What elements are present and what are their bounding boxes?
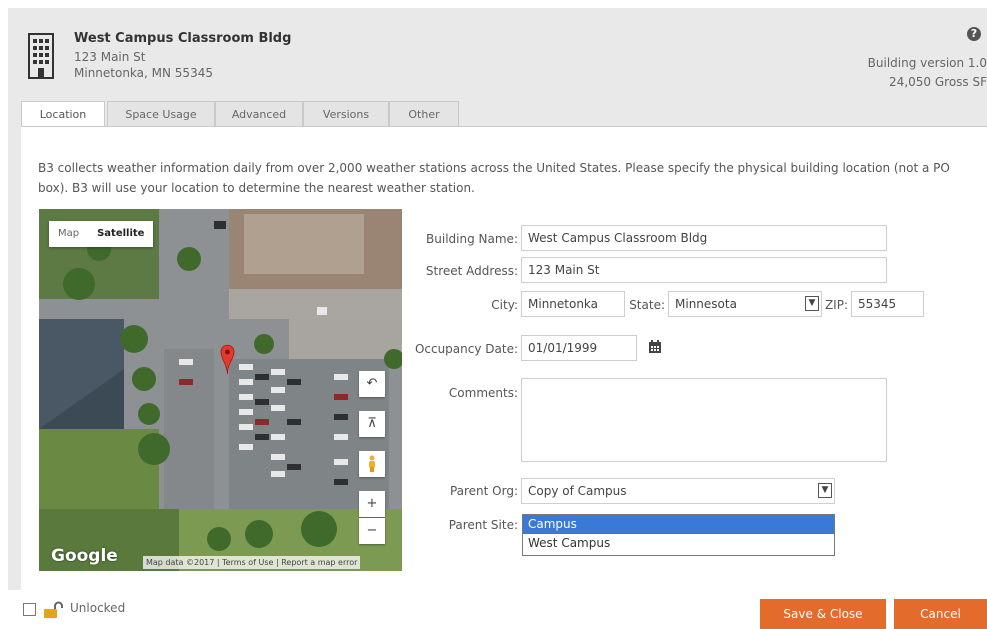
- city-input[interactable]: [521, 291, 625, 317]
- occupancy-date-label: Occupancy Date:: [414, 342, 518, 356]
- building-icon: [28, 33, 54, 79]
- street-view-pegman-icon[interactable]: [359, 451, 385, 477]
- address-line2: Minnetonka, MN 55345: [74, 66, 213, 80]
- unlocked-padlock-icon: [44, 601, 63, 618]
- tab-space-usage[interactable]: Space Usage: [107, 101, 215, 126]
- tab-location[interactable]: Location: [21, 101, 105, 128]
- zoom-in-button[interactable]: +: [359, 491, 385, 517]
- building-title: West Campus Classroom Bldg: [74, 31, 292, 46]
- parent-org-select[interactable]: Copy of Campus ▼: [521, 478, 835, 504]
- building-version: Building version 1.0: [867, 56, 987, 70]
- state-label: State:: [629, 298, 665, 312]
- save-close-button[interactable]: Save & Close: [760, 599, 886, 629]
- map-type-map[interactable]: Map: [49, 221, 88, 247]
- address-line1: 123 Main St: [74, 50, 146, 64]
- map-type-satellite[interactable]: Satellite: [88, 221, 153, 247]
- weather-description: B3 collects weather information daily fr…: [38, 161, 950, 195]
- lock-checkbox[interactable]: [23, 603, 36, 616]
- comments-label: Comments:: [448, 386, 518, 400]
- chevron-down-icon: ▼: [818, 483, 832, 498]
- tab-advanced[interactable]: Advanced: [215, 101, 303, 126]
- gross-sf: 24,050 Gross SF: [889, 75, 987, 89]
- state-value: Minnesota: [675, 297, 737, 311]
- zip-label: ZIP:: [824, 298, 848, 312]
- calendar-icon[interactable]: [648, 340, 662, 354]
- city-label: City:: [491, 298, 518, 312]
- tab-other[interactable]: Other: [389, 101, 459, 126]
- location-map[interactable]: Map Satellite ↶ ⊼ + − Google Map data ©2…: [39, 209, 402, 571]
- zoom-out-button[interactable]: −: [359, 518, 385, 544]
- cancel-button[interactable]: Cancel: [894, 599, 987, 629]
- google-logo: Google: [51, 546, 118, 566]
- occupancy-date-input[interactable]: [521, 335, 637, 361]
- parent-site-option-west-campus[interactable]: West Campus: [523, 534, 834, 553]
- unlocked-label: Unlocked: [70, 601, 126, 615]
- parent-site-option-campus[interactable]: Campus: [523, 515, 834, 534]
- zip-input[interactable]: [851, 291, 924, 317]
- help-icon[interactable]: ?: [967, 27, 981, 41]
- state-select[interactable]: Minnesota ▼: [668, 291, 822, 317]
- tilt-map-icon[interactable]: ⊼: [359, 411, 385, 437]
- parent-org-label: Parent Org:: [449, 484, 518, 498]
- rotate-map-icon[interactable]: ↶: [359, 371, 385, 397]
- street-address-label: Street Address:: [425, 264, 518, 278]
- map-attribution[interactable]: Map data ©2017 | Terms of Use | Report a…: [143, 556, 361, 569]
- building-name-label: Building Name:: [426, 232, 518, 246]
- building-address: 123 Main St Minnetonka, MN 55345: [74, 49, 213, 81]
- map-type-toggle: Map Satellite: [49, 221, 154, 247]
- parent-org-value: Copy of Campus: [528, 484, 627, 498]
- satellite-imagery: [39, 209, 402, 571]
- chevron-down-icon: ▼: [805, 296, 819, 311]
- tab-versions[interactable]: Versions: [303, 101, 389, 126]
- parent-site-label: Parent Site:: [448, 518, 518, 532]
- street-address-input[interactable]: [521, 257, 887, 283]
- building-name-input[interactable]: [521, 225, 887, 251]
- comments-textarea[interactable]: [521, 378, 887, 462]
- building-meta: Building version 1.0 24,050 Gross SF: [868, 54, 987, 92]
- parent-site-listbox[interactable]: Campus West Campus: [522, 514, 835, 556]
